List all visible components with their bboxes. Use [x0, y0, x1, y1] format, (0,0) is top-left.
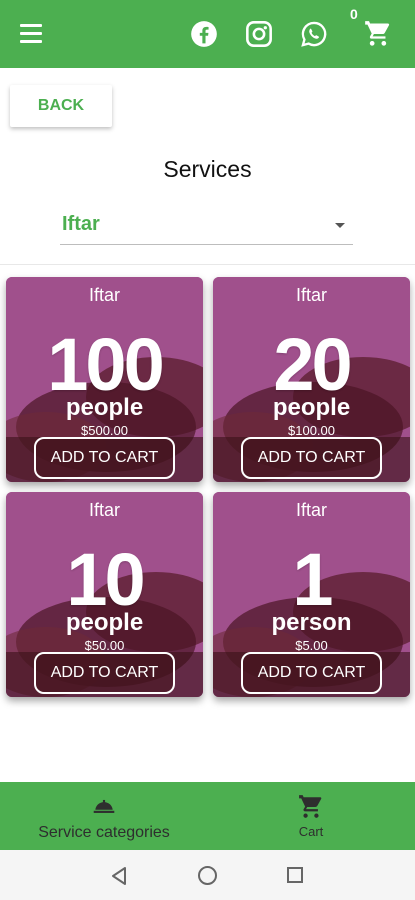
cart-icon[interactable] [364, 20, 392, 48]
card-label: Iftar [295, 500, 327, 520]
card-label: Iftar [88, 285, 120, 305]
service-bell-icon [93, 799, 115, 813]
system-recents-icon[interactable] [287, 867, 303, 883]
card-unit: person [271, 609, 352, 636]
card-price: $50.00 [84, 638, 125, 653]
divider [0, 264, 415, 265]
nav-service-categories[interactable]: Service categories [28, 782, 180, 850]
back-button[interactable]: BACK [10, 85, 112, 127]
cart-count-badge: 0 [350, 6, 358, 22]
card-quantity: 100 [47, 323, 164, 406]
menu-icon[interactable] [20, 24, 44, 44]
bottom-nav: Service categories Cart [0, 782, 415, 850]
category-select-value: Iftar [62, 213, 100, 235]
dropdown-caret-icon [335, 223, 345, 228]
add-to-cart-button[interactable]: ADD TO CART [34, 652, 175, 694]
card-quantity: 20 [273, 323, 352, 406]
card-price: $500.00 [81, 423, 128, 438]
facebook-icon[interactable] [190, 20, 218, 48]
card-unit: people [65, 394, 144, 421]
system-home-icon[interactable] [198, 866, 217, 885]
add-to-cart-button[interactable]: ADD TO CART [241, 437, 382, 479]
instagram-icon[interactable] [245, 20, 273, 48]
service-card[interactable]: Iftar 100 people $500.00 ADD TO CART [6, 277, 203, 482]
service-card[interactable]: Iftar 20 people $100.00 ADD TO CART [213, 277, 410, 482]
app-bar: 0 [0, 0, 415, 68]
card-price: $5.00 [295, 638, 328, 653]
system-navigation-bar [0, 850, 415, 900]
card-quantity: 10 [66, 538, 145, 621]
whatsapp-icon[interactable] [300, 20, 328, 48]
nav-label: Service categories [38, 824, 170, 841]
card-unit: people [65, 609, 144, 636]
page-title: Services [163, 156, 252, 182]
cart-icon [299, 795, 322, 818]
card-unit: people [272, 394, 351, 421]
service-card[interactable]: Iftar 10 people $50.00 ADD TO CART [6, 492, 203, 697]
card-label: Iftar [295, 285, 327, 305]
card-price: $100.00 [288, 423, 335, 438]
nav-cart[interactable]: Cart [280, 782, 342, 850]
system-back-icon[interactable] [110, 866, 128, 886]
category-select[interactable]: Iftar [60, 205, 353, 245]
add-to-cart-button[interactable]: ADD TO CART [241, 652, 382, 694]
service-card[interactable]: Iftar 1 person $5.00 ADD TO CART [213, 492, 410, 697]
add-to-cart-button[interactable]: ADD TO CART [34, 437, 175, 479]
card-label: Iftar [88, 500, 120, 520]
nav-label: Cart [298, 824, 324, 839]
card-quantity: 1 [292, 538, 333, 621]
